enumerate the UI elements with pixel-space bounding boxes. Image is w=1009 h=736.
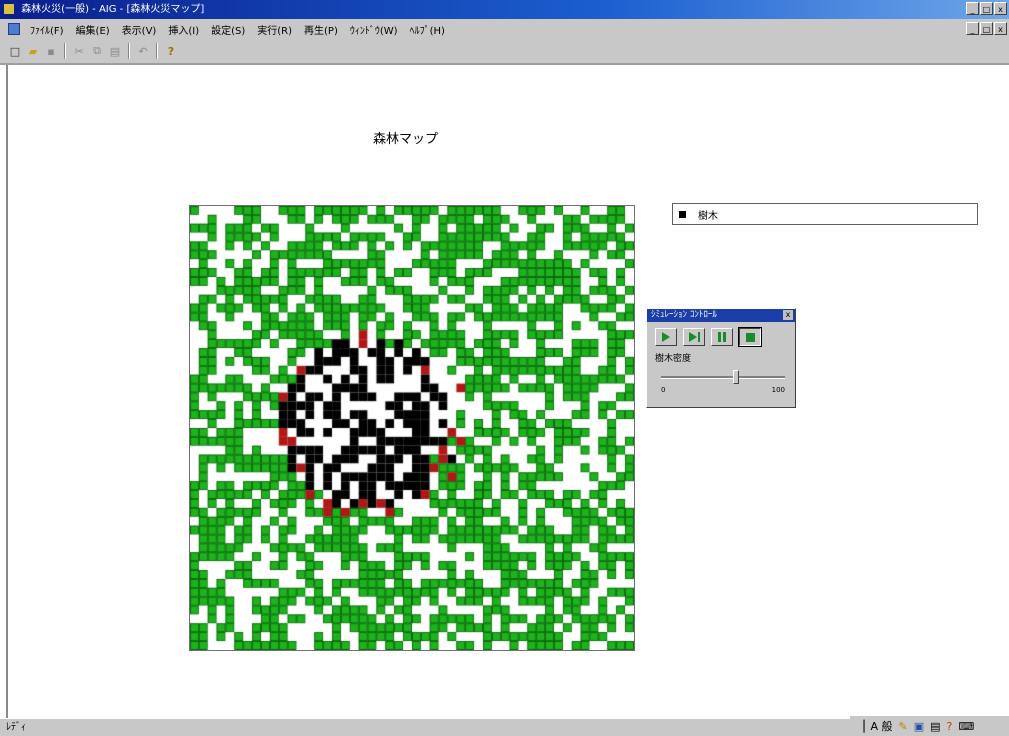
palette-title: ｼﾐｭﾚｰｼｮﾝ ｺﾝﾄﾛｰﾙ	[651, 310, 717, 320]
paste-icon[interactable]: ▤	[106, 42, 124, 60]
legend: 樹木	[672, 203, 978, 225]
minimize-button[interactable]: _	[966, 2, 979, 15]
doc-restore-button[interactable]: □	[980, 22, 993, 35]
menu-playback[interactable]: 再生(P)	[298, 22, 344, 37]
toolbar-separator	[156, 43, 158, 59]
slider-max-label: 100	[771, 386, 785, 394]
help-icon[interactable]: ?	[947, 720, 953, 733]
undo-icon[interactable]: ↶	[134, 42, 152, 60]
menu-run[interactable]: 実行(R)	[251, 22, 298, 37]
doc-close-button[interactable]: x	[994, 22, 1007, 35]
slider-ticks: 0 100	[647, 384, 795, 394]
save-icon[interactable]: ▪	[42, 42, 60, 60]
menu-insert[interactable]: 挿入(I)	[162, 22, 205, 37]
cut-icon[interactable]: ✂	[70, 42, 88, 60]
open-folder-icon[interactable]: ▰	[24, 42, 42, 60]
doc-minimize-button[interactable]: _	[966, 22, 979, 35]
title-bar[interactable]: 森林火災(一般) - AIG - [森林火災マップ] _ □ x	[0, 0, 1009, 19]
legend-label: 樹木	[698, 210, 718, 222]
menu-view[interactable]: 表示(V)	[116, 22, 163, 37]
dictionary-icon[interactable]: ▣	[914, 720, 924, 733]
new-file-icon[interactable]: □	[6, 42, 24, 60]
toolbar: □ ▰ ▪ ✂ ⧉ ▤ ↶ ?	[0, 39, 1009, 65]
control-buttons	[647, 322, 795, 347]
slider-label: 樹木密度	[655, 354, 692, 364]
pause-button[interactable]	[711, 328, 733, 346]
menu-file[interactable]: ﾌｧｲﾙ(F)	[24, 22, 70, 37]
menu-window[interactable]: ｳｨﾝﾄﾞｳ(W)	[344, 22, 404, 37]
stop-icon	[745, 332, 755, 342]
help-icon[interactable]: ?	[162, 42, 180, 60]
forest-map[interactable]	[189, 205, 635, 651]
forest-grid[interactable]	[190, 206, 634, 650]
pause-icon-bar	[723, 332, 726, 342]
legend-swatch	[679, 210, 686, 218]
map-title: 森林マップ	[373, 132, 439, 147]
play-icon	[662, 332, 670, 342]
ime-mode-icon[interactable]: A 般	[870, 718, 892, 734]
step-button[interactable]	[683, 328, 705, 346]
copy-icon[interactable]: ⧉	[88, 42, 106, 60]
ime-bar-icon[interactable]: ▕	[856, 720, 864, 733]
pen-icon[interactable]: ✎	[899, 720, 908, 733]
maximize-button[interactable]: □	[980, 2, 993, 15]
palette-title-bar[interactable]: ｼﾐｭﾚｰｼｮﾝ ｺﾝﾄﾛｰﾙ x	[647, 309, 795, 322]
slider-thumb[interactable]	[733, 370, 739, 384]
ime-toolbar: ▕ A 般 ✎ ▣ ▤ ? ⌨	[850, 716, 1009, 736]
simulation-control-palette[interactable]: ｼﾐｭﾚｰｼｮﾝ ｺﾝﾄﾛｰﾙ x 樹木密度 0 100	[646, 308, 796, 408]
status-text: ﾚﾃﾞｨ	[6, 722, 26, 733]
toolbar-separator	[64, 43, 66, 59]
slider-track[interactable]	[661, 376, 785, 379]
step-icon	[688, 332, 697, 342]
toolbar-separator	[128, 43, 130, 59]
palette-close-button[interactable]: x	[783, 310, 793, 320]
document-icon[interactable]	[8, 23, 20, 35]
window-title: 森林火災(一般) - AIG - [森林火災マップ]	[21, 4, 205, 15]
menu-edit[interactable]: 編集(E)	[70, 22, 116, 37]
tools-icon[interactable]: ▤	[930, 720, 940, 733]
stop-button[interactable]	[738, 327, 762, 347]
close-button[interactable]: x	[994, 2, 1007, 15]
pause-icon	[718, 332, 721, 342]
tree-density-slider[interactable]	[661, 370, 785, 384]
keyboard-icon[interactable]: ⌨	[958, 720, 974, 733]
menu-settings[interactable]: 設定(S)	[205, 22, 251, 37]
play-button[interactable]	[655, 328, 677, 346]
app-icon[interactable]	[4, 4, 14, 14]
slider-min-label: 0	[661, 386, 666, 394]
step-icon-bar	[697, 332, 700, 342]
menu-bar: ﾌｧｲﾙ(F) 編集(E) 表示(V) 挿入(I) 設定(S) 実行(R) 再生…	[0, 19, 1009, 39]
menu-help[interactable]: ﾍﾙﾌﾟ(H)	[404, 22, 451, 37]
window-controls: _ □ x	[966, 2, 1007, 15]
document-window-controls: _ □ x	[966, 22, 1007, 35]
